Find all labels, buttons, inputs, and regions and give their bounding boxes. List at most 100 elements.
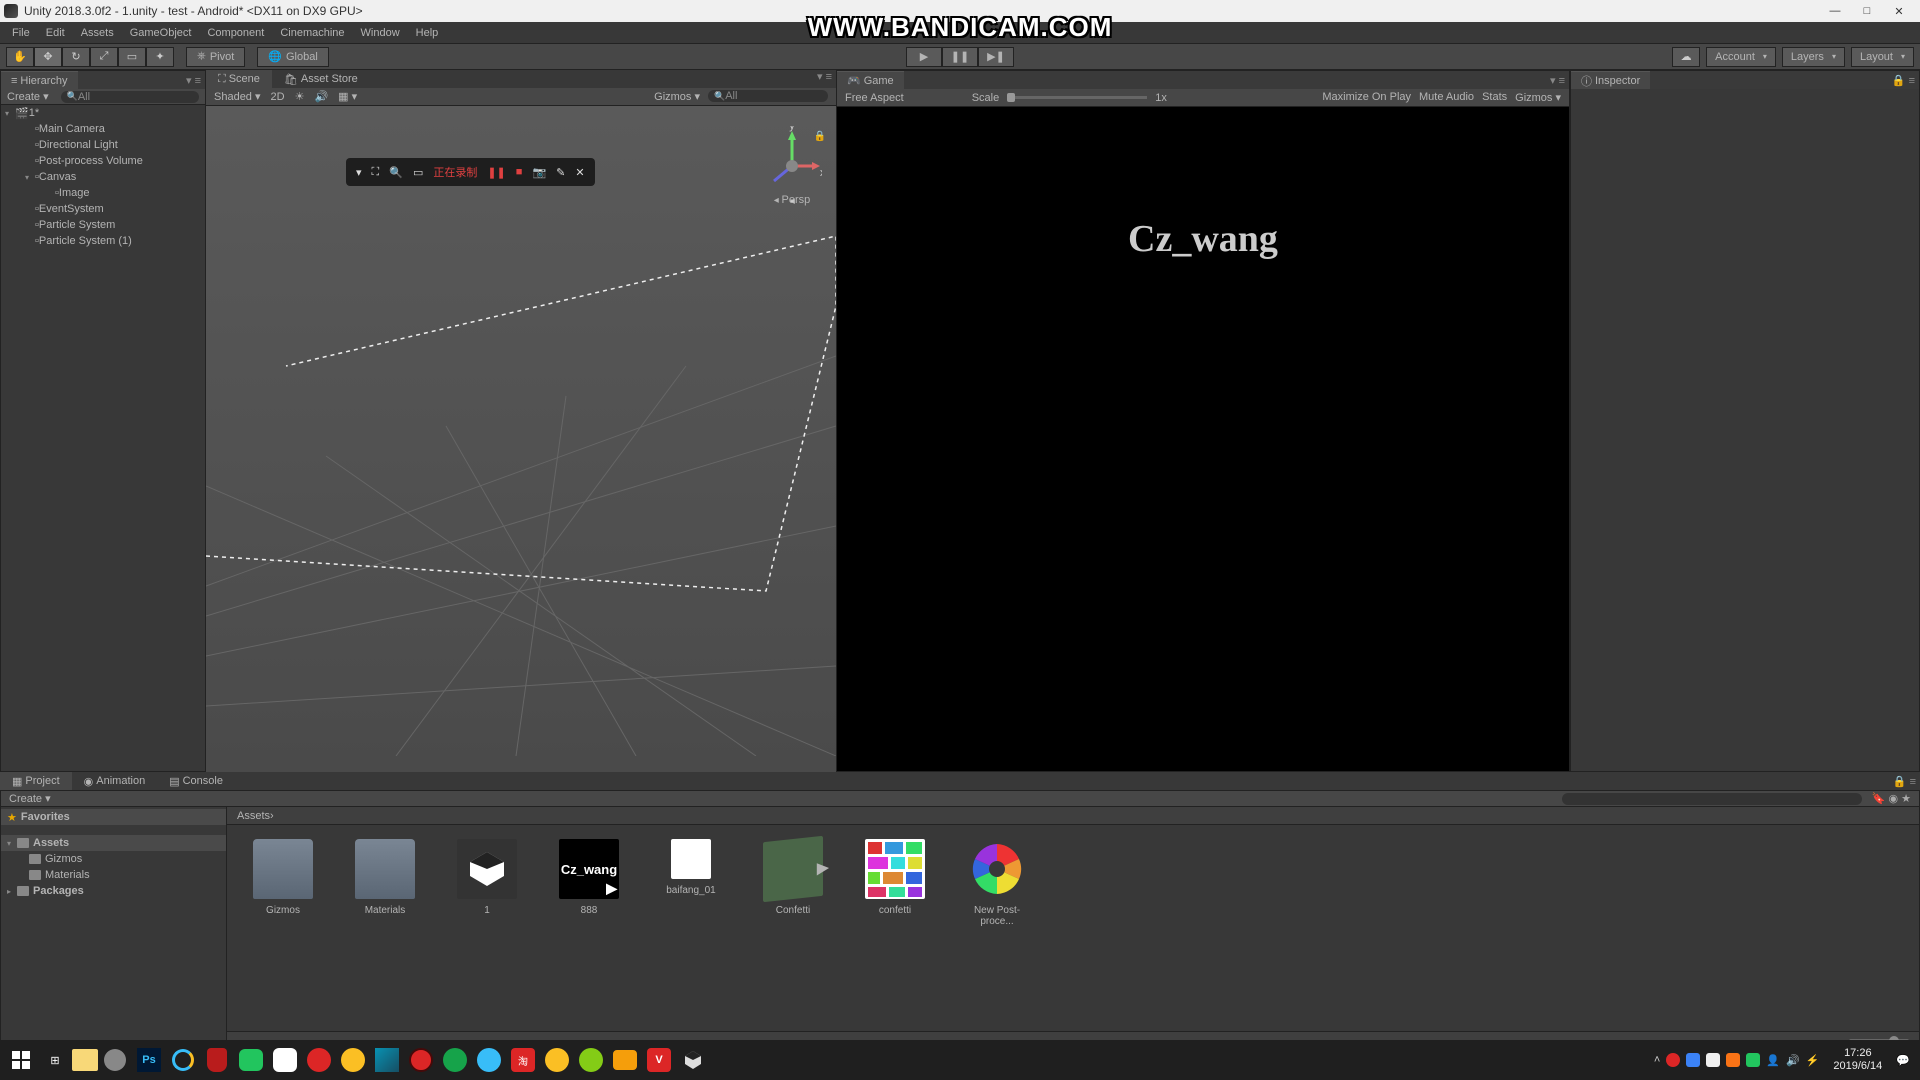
menu-window[interactable]: Window: [353, 27, 408, 39]
hierarchy-item[interactable]: ▫ Main Camera: [1, 121, 205, 137]
scene-lock-icon[interactable]: 🔒: [814, 131, 826, 142]
rec-close-icon[interactable]: ✕: [575, 166, 584, 179]
asset-texture[interactable]: confetti: [859, 839, 931, 916]
rec-fullscreen-icon[interactable]: ▭: [413, 166, 423, 179]
rec-target-icon[interactable]: ⛶: [372, 166, 380, 179]
photoshop-icon[interactable]: Ps: [132, 1043, 166, 1077]
cloud-button[interactable]: ☁: [1672, 47, 1700, 67]
hierarchy-item[interactable]: ▫ EventSystem: [1, 201, 205, 217]
scale-slider[interactable]: [1007, 96, 1147, 99]
favorites-row[interactable]: ★Favorites: [1, 809, 226, 825]
rec-menu-icon[interactable]: ▾: [356, 166, 362, 179]
transform-tool[interactable]: ✦: [146, 47, 174, 67]
step-button[interactable]: ▶❚: [978, 47, 1014, 67]
pivot-toggle[interactable]: ⎈ Pivot: [186, 47, 245, 67]
start-button[interactable]: [4, 1043, 38, 1077]
scene-panel-options[interactable]: ▾ ≡: [813, 70, 836, 88]
hierarchy-item[interactable]: ▾▫ Canvas: [1, 169, 205, 185]
app-icon[interactable]: [438, 1043, 472, 1077]
project-tab[interactable]: ▦ Project: [0, 772, 72, 790]
app-icon[interactable]: [336, 1043, 370, 1077]
app-icon[interactable]: [608, 1043, 642, 1077]
rect-tool[interactable]: ▭: [118, 47, 146, 67]
panel-options[interactable]: ▾ ≡: [182, 74, 205, 87]
menu-file[interactable]: File: [4, 27, 38, 39]
wechat-icon[interactable]: [234, 1043, 268, 1077]
unity-taskbar-icon[interactable]: [676, 1043, 710, 1077]
inspector-tab[interactable]: ⓘ Inspector: [1571, 71, 1650, 89]
rotate-tool[interactable]: ↻: [62, 47, 90, 67]
scale-tool[interactable]: ⤢: [90, 47, 118, 67]
stats-toggle[interactable]: Stats: [1482, 91, 1507, 104]
game-gizmos[interactable]: Gizmos ▾: [1515, 91, 1561, 104]
layers-dropdown[interactable]: Layers: [1782, 47, 1845, 67]
tray-icon[interactable]: [1666, 1053, 1680, 1067]
gizmos-dropdown[interactable]: Gizmos ▾: [654, 90, 700, 103]
rec-pause-icon[interactable]: ❚❚: [487, 166, 505, 179]
2d-toggle[interactable]: 2D: [271, 91, 285, 103]
maximize-button[interactable]: □: [1860, 4, 1874, 18]
app-icon[interactable]: [302, 1043, 336, 1077]
packages-root[interactable]: ▸Packages: [1, 883, 226, 899]
app-icon[interactable]: [370, 1043, 404, 1077]
scene-fx-toggle[interactable]: ▦ ▾: [338, 90, 357, 103]
asset-prefab[interactable]: ▶ Confetti: [757, 839, 829, 916]
bandicam-icon[interactable]: [404, 1043, 438, 1077]
tray-chevron-icon[interactable]: ˄: [1654, 1054, 1660, 1066]
tray-network-icon[interactable]: ⚡: [1806, 1054, 1820, 1067]
app-icon[interactable]: V: [642, 1043, 676, 1077]
asset-scene[interactable]: 1: [451, 839, 523, 916]
hierarchy-item[interactable]: ▫ Image: [1, 185, 205, 201]
app-icon[interactable]: [98, 1043, 132, 1077]
hierarchy-search[interactable]: 🔍All: [61, 91, 199, 103]
project-breadcrumb[interactable]: Assets ›: [227, 807, 1919, 825]
tray-volume-icon[interactable]: 🔊: [1786, 1054, 1800, 1067]
hierarchy-item[interactable]: ▫ Particle System: [1, 217, 205, 233]
scene-axis-gizmo[interactable]: y x ◂ ◂ Persp 🔒: [762, 126, 822, 206]
asset-store-tab[interactable]: 🛍 Asset Store: [272, 70, 370, 88]
play-button[interactable]: ▶: [906, 47, 942, 67]
tray-icon[interactable]: [1746, 1053, 1760, 1067]
hierarchy-item[interactable]: ▫ Directional Light: [1, 137, 205, 153]
hand-tool[interactable]: ✋: [6, 47, 34, 67]
asset-folder[interactable]: Materials: [349, 839, 421, 916]
animation-tab[interactable]: ◉ Animation: [72, 772, 158, 790]
project-folder[interactable]: Gizmos: [1, 851, 226, 867]
menu-cinemachine[interactable]: Cinemachine: [272, 27, 352, 39]
console-tab[interactable]: ▤ Console: [157, 772, 235, 790]
assets-root[interactable]: ▾Assets: [1, 835, 226, 851]
tray-icon[interactable]: [1686, 1053, 1700, 1067]
asset-folder[interactable]: Gizmos: [247, 839, 319, 916]
persp-label[interactable]: ◂ Persp: [762, 194, 822, 206]
scene-tab[interactable]: ⛶ Scene: [206, 70, 272, 88]
app-icon[interactable]: [200, 1043, 234, 1077]
move-tool[interactable]: ✥: [34, 47, 62, 67]
asset-image[interactable]: Cz_wang▶ 888: [553, 839, 625, 916]
account-dropdown[interactable]: Account: [1706, 47, 1776, 67]
mute-audio[interactable]: Mute Audio: [1419, 91, 1474, 104]
inspector-options[interactable]: 🔒 ≡: [1888, 74, 1919, 87]
rec-camera-icon[interactable]: 📷: [532, 166, 546, 179]
shaded-dropdown[interactable]: Shaded ▾: [214, 90, 261, 103]
global-toggle[interactable]: 🌐 Global: [257, 47, 329, 67]
app-icon[interactable]: [166, 1043, 200, 1077]
aspect-dropdown[interactable]: Free Aspect: [845, 92, 904, 104]
menu-component[interactable]: Component: [199, 27, 272, 39]
asset-postprocess[interactable]: New Post-proce...: [961, 839, 1033, 927]
taskbar-clock[interactable]: 17:26 2019/6/14: [1825, 1047, 1890, 1073]
explorer-icon[interactable]: [72, 1049, 98, 1071]
scene-light-toggle[interactable]: ☀: [295, 90, 305, 103]
bandicam-recording-toolbar[interactable]: ▾ ⛶ 🔍 ▭ 正在录制 ❚❚ ■ 📷 ✎ ✕: [346, 158, 595, 186]
menu-gameobject[interactable]: GameObject: [122, 27, 200, 39]
close-button[interactable]: ✕: [1892, 4, 1906, 18]
project-create[interactable]: Create ▾: [9, 792, 51, 805]
rec-draw-icon[interactable]: ✎: [556, 166, 565, 179]
task-view-icon[interactable]: ⊞: [38, 1043, 72, 1077]
rec-stop-icon[interactable]: ■: [516, 166, 523, 178]
project-search[interactable]: [1562, 793, 1862, 805]
project-filter-icons[interactable]: 🔖 ◉ ★: [1872, 792, 1911, 805]
app-icon[interactable]: [472, 1043, 506, 1077]
menu-help[interactable]: Help: [408, 27, 447, 39]
scene-search[interactable]: 🔍All: [708, 90, 828, 102]
pause-button[interactable]: ❚❚: [942, 47, 978, 67]
